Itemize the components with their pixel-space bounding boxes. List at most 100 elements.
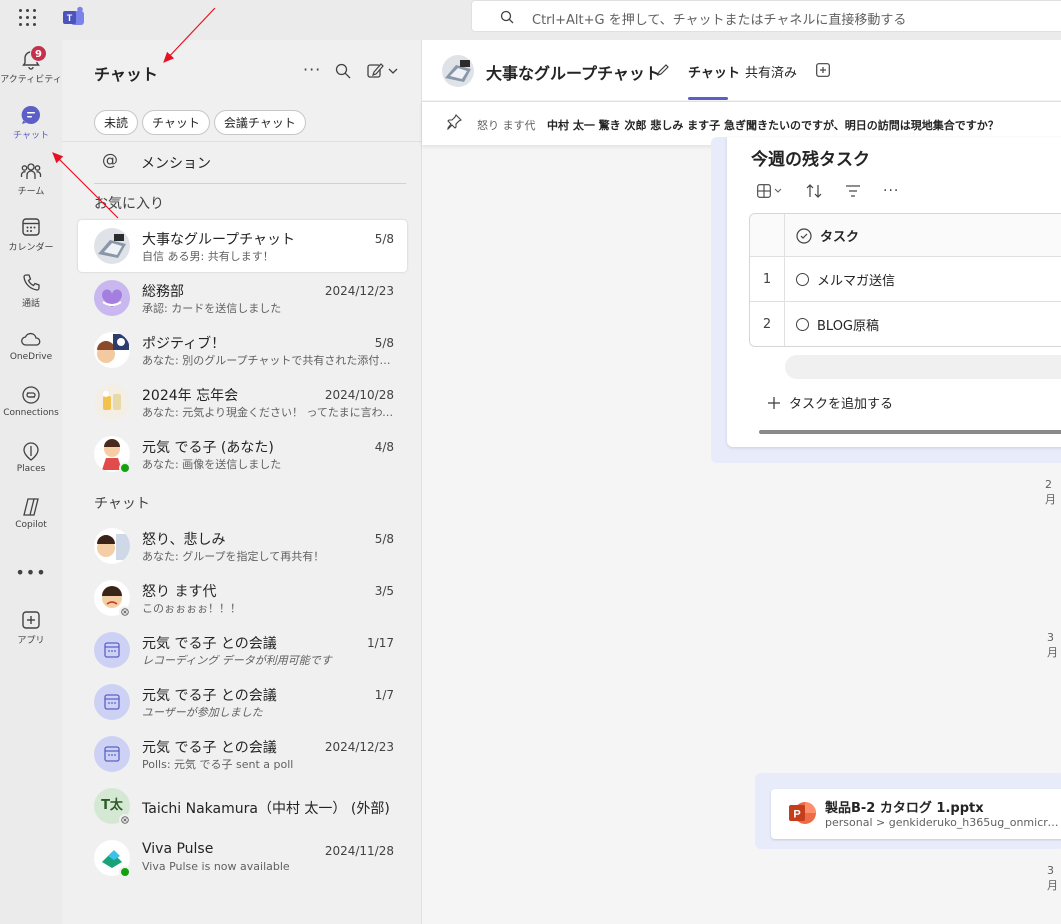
rail-calls[interactable]: 通話 [0, 264, 62, 318]
teams-icon [20, 163, 42, 179]
conversation-pane: 大事なグループチャット チャット 共有済み 怒り ます代 中村 太一 驚き 次郎… [422, 40, 1061, 924]
rail-places[interactable]: Places [0, 432, 62, 486]
new-chat-icon[interactable] [367, 62, 399, 80]
tab-chat[interactable]: チャット [688, 62, 740, 81]
rail-connections[interactable]: Connections [0, 376, 62, 430]
task-checkbox-icon[interactable] [796, 318, 809, 331]
chat-item-important-group[interactable]: 大事なグループチャット 5/8 自信 ある男: 共有します！ [78, 220, 407, 272]
row-number: 2 [750, 302, 785, 346]
chat-item-positive[interactable]: ポジティブ！ 5/8 あなた: 別のグループチャットで共有された添付ファイ... [78, 324, 407, 376]
filter-meeting-chat[interactable]: 会議チャット [213, 110, 306, 135]
svg-text:T: T [67, 13, 73, 23]
task-text: BLOG原稿 [817, 319, 880, 334]
chat-name: 怒り、悲しみ [142, 532, 226, 548]
chat-item-meeting-1[interactable]: 元気 でる子 との会議 1/17 レコーディング データが利用可能です [78, 624, 407, 676]
chat-date: 5/8 [374, 532, 394, 546]
chat-preview: ユーザーが参加しました [142, 706, 263, 719]
chat-item-viva-pulse[interactable]: Viva Pulse 2024/11/28 Viva Pulse is now … [78, 832, 407, 884]
filter-icon[interactable] [845, 184, 861, 198]
search-placeholder: Ctrl+Alt+G を押して、チャットまたはチャネルに直接移動する [532, 13, 907, 28]
table-row[interactable]: 2 BLOG原稿 [750, 301, 1061, 346]
rail-onedrive[interactable]: OneDrive [0, 320, 62, 374]
chat-item-meeting-3[interactable]: 元気 でる子 との会議 2024/12/23 Polls: 元気 でる子 sen… [78, 728, 407, 780]
rail-teams[interactable]: チーム [0, 152, 62, 206]
file-attachment[interactable]: P 製品B-2 カタログ 1.pptx personal > genkideru… [771, 789, 1061, 839]
task-table: タスク 1 メルマガ送信 2 BLOG原稿 [749, 213, 1061, 347]
pinned-text: 中村 太一 驚き 次郎 悲しみ ます子 急ぎ聞きたいのですが、明日の訪問は現地集… [547, 119, 999, 132]
chat-item-year-end-party[interactable]: 2024年 忘年会 2024/10/28 あなた: 元気より現金ください！ って… [78, 376, 407, 428]
filter-search-icon[interactable] [335, 63, 351, 79]
chat-item-taichi[interactable]: T太 Taichi Nakamura（中村 太一） (外部) [78, 780, 407, 832]
meeting-calendar-icon [94, 632, 130, 668]
title-bar: T Ctrl+Alt+G を押して、チャットまたはチャネルに直接移動する [0, 0, 1061, 40]
chat-name: 元気 でる子 との会議 [142, 636, 277, 652]
rail-calls-label: 通話 [21, 299, 40, 309]
app-launcher-icon[interactable] [19, 9, 37, 27]
rail-chat[interactable]: チャット [0, 96, 62, 150]
chat-date: 5/8 [374, 232, 394, 246]
horizontal-scrollbar[interactable] [759, 430, 1061, 434]
file-path: personal > genkideruko_h365ug_onmicros..… [825, 816, 1061, 829]
group-avatar [442, 55, 474, 87]
more-apps-button[interactable]: ••• [0, 563, 62, 582]
cloud-icon [21, 332, 41, 346]
search-icon [500, 10, 514, 24]
task-checkbox-icon[interactable] [796, 273, 809, 286]
task-cell[interactable]: BLOG原稿 [796, 315, 879, 334]
chat-name: 元気 でる子 との会議 [142, 688, 277, 704]
chat-item-self[interactable]: 元気 でる子 (あなた) 4/8 あなた: 画像を送信しました [78, 428, 407, 480]
conversation-title: 大事なグループチャット [486, 64, 661, 83]
chat-item-anger-sadness[interactable]: 怒り、悲しみ 5/8 あなた: グループを指定して再共有！ [78, 520, 407, 572]
check-circle-icon [796, 227, 812, 244]
sort-icon[interactable] [805, 183, 823, 199]
more-options-button[interactable]: ··· [303, 60, 321, 79]
favorites-header[interactable]: お気に入り [94, 193, 164, 213]
mention-item[interactable]: メンション [141, 153, 211, 173]
add-tab-icon[interactable] [816, 63, 830, 77]
row-number: 1 [750, 257, 785, 301]
at-icon: @ [102, 150, 118, 169]
table-view-icon[interactable] [757, 184, 783, 198]
teams-logo-icon: T [63, 6, 84, 25]
chat-item-ikari-masuyo[interactable]: 怒り ます代 3/5 このぉぉぉぉ！！！ [78, 572, 407, 624]
chat-preview: Viva Pulse is now available [142, 860, 290, 873]
chat-list-pane: チャット ··· 未読 チャット 会議チャット @ メンション お気に入り 大事… [62, 40, 422, 924]
loop-component-card: 今週の残タスク ··· タスク 1 メルマガ送信 2 BLOG原稿 タスクを追加… [711, 137, 1061, 463]
edit-name-icon[interactable] [655, 62, 671, 78]
tab-shared[interactable]: 共有済み [745, 62, 797, 81]
loop-more-button[interactable]: ··· [883, 183, 899, 199]
available-status-icon [119, 462, 131, 474]
chats-header[interactable]: チャット [94, 493, 150, 513]
avatar [94, 332, 130, 368]
rail-calendar-label: カレンダー [8, 243, 54, 253]
chat-name: 元気 でる子 (あなた) [142, 440, 274, 456]
chat-date: 5/8 [374, 336, 394, 350]
task-cell[interactable]: メルマガ送信 [796, 270, 895, 289]
filter-unread[interactable]: 未読 [94, 110, 139, 135]
file-name: 製品B-2 カタログ 1.pptx [825, 801, 984, 816]
loop-title: 今週の残タスク [751, 150, 870, 170]
chat-preview: あなた: 画像を送信しました [142, 458, 282, 471]
chat-preview: 承認: カードを送信しました [142, 302, 282, 315]
rail-calendar[interactable]: カレンダー [0, 208, 62, 262]
chat-item-meeting-2[interactable]: 元気 でる子 との会議 1/7 ユーザーが参加しました [78, 676, 407, 728]
chat-item-general-affairs[interactable]: 総務部 2024/12/23 承認: カードを送信しました [78, 272, 407, 324]
table-header-row: タスク [750, 214, 1061, 256]
add-task-label: タスクを追加する [789, 397, 894, 412]
file-message: P 製品B-2 カタログ 1.pptx personal > genkideru… [755, 773, 1061, 849]
chat-date: 2024/12/23 [324, 284, 394, 298]
filter-chat[interactable]: チャット [142, 110, 210, 135]
rail-apps[interactable]: アプリ [0, 601, 62, 655]
table-row[interactable]: 1 メルマガ送信 [750, 256, 1061, 301]
active-tab-indicator [688, 97, 728, 100]
task-column-header[interactable]: タスク [796, 226, 859, 245]
rail-activity[interactable]: アクティビティ 9 [0, 40, 62, 94]
search-input[interactable]: Ctrl+Alt+G を押して、チャットまたはチャネルに直接移動する [471, 0, 1061, 32]
rail-copilot[interactable]: Copilot [0, 488, 62, 542]
add-task-button[interactable]: タスクを追加する [767, 393, 893, 412]
vertical-scroll-track[interactable] [785, 355, 1061, 379]
rail-copilot-label: Copilot [15, 520, 47, 530]
pinned-sender: 怒り ます代 [477, 119, 536, 132]
chat-name: 怒り ます代 [142, 584, 217, 600]
rail-teams-label: チーム [17, 187, 45, 197]
